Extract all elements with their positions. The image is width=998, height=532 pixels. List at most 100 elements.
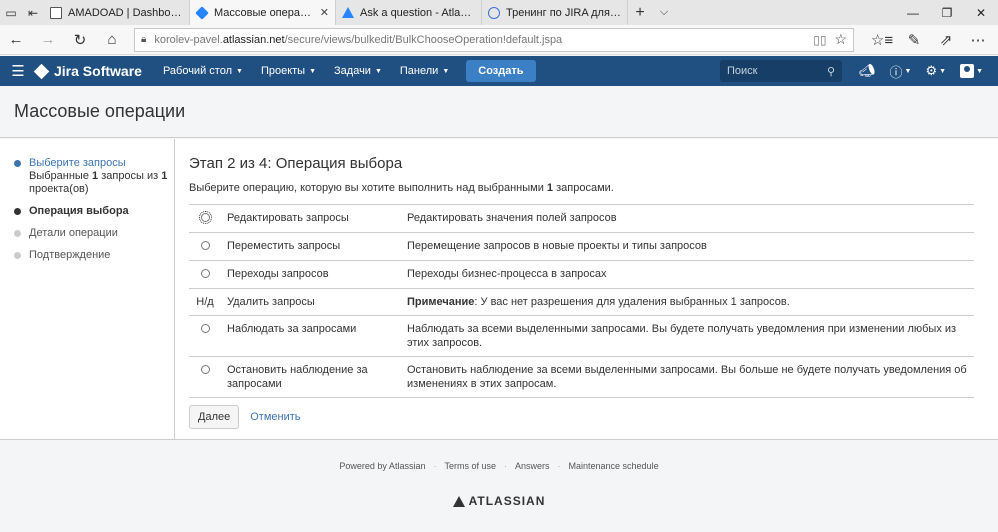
operations-table: Редактировать запросы Редактировать знач… — [189, 204, 974, 398]
browser-address-bar: ← → ↻ ⌂ 🔒︎ korolev-pavel.atlassian.net/s… — [0, 25, 998, 55]
table-row: Переходы запросов Переходы бизнес-процес… — [189, 260, 974, 289]
next-button[interactable]: Далее — [189, 405, 240, 429]
close-icon[interactable]: ✕ — [320, 6, 329, 19]
set-aside-tabs-icon[interactable]: ⇤ — [22, 0, 44, 25]
search-icon: ⚲ — [826, 65, 835, 78]
lock-icon: 🔒︎ — [141, 34, 147, 45]
nav-dashboard[interactable]: Рабочий стол ▼ — [154, 65, 252, 77]
table-row: Н/д Удалить запросы Примечание: У вас не… — [189, 288, 974, 316]
megaphone-icon[interactable]: 📣︎ — [854, 59, 881, 83]
operation-name: Редактировать запросы — [227, 212, 349, 224]
back-arrow-icon[interactable]: ← — [0, 25, 32, 55]
nav-boards[interactable]: Панели ▼ — [391, 65, 458, 77]
favorite-star-icon[interactable]: ☆ — [834, 31, 847, 48]
operation-name: Переместить запросы — [227, 240, 341, 252]
step-choose-operation: Операция выбора — [14, 205, 174, 218]
tab-title: Массовые операции - — [214, 6, 314, 19]
user-icon — [960, 64, 975, 78]
footer-link-maintenance[interactable]: Maintenance schedule — [569, 461, 659, 471]
atlassian-logo[interactable]: ATLASSIAN — [0, 494, 998, 508]
footer-link-answers[interactable]: Answers — [515, 461, 550, 471]
operation-name: Остановить наблюдение за запросами — [227, 364, 368, 390]
menu-icon[interactable]: ☰ — [0, 62, 36, 80]
steps-sidebar: Выберите запросы Выбранные 1 запросы из … — [0, 139, 175, 439]
edit-issues-radio[interactable] — [198, 211, 212, 224]
nav-issues[interactable]: Задачи ▼ — [325, 65, 391, 77]
step-dot-icon — [14, 230, 21, 237]
refresh-icon[interactable]: ↻ — [64, 25, 96, 55]
avatar[interactable]: ▼ — [955, 59, 988, 83]
search-placeholder: Поиск — [727, 65, 758, 77]
not-available-label: Н/д — [196, 296, 214, 308]
operation-description: Остановить наблюдение за всеми выделенны… — [407, 364, 967, 390]
logo-text: Jira Software — [54, 63, 142, 79]
chevron-down-icon[interactable]: ⌵ — [652, 0, 676, 25]
step-dot-icon — [14, 252, 21, 259]
reading-view-icon[interactable]: ▯▯ — [813, 33, 826, 47]
jira-logo[interactable]: Jira Software — [33, 63, 142, 79]
footer-link-terms[interactable]: Terms of use — [444, 461, 496, 471]
footer-links: Powered by Atlassian · Terms of use · An… — [339, 461, 659, 471]
caret-down-icon: ▼ — [236, 67, 243, 75]
step-operation-details: Детали операции — [14, 227, 174, 240]
step-choose-issues-link[interactable]: Выберите запросы — [29, 157, 174, 170]
move-issues-radio[interactable] — [200, 241, 210, 250]
step-confirmation: Подтверждение — [14, 249, 174, 262]
step-heading: Этап 2 из 4: Операция выбора — [189, 155, 403, 172]
more-icon[interactable]: ⋯ — [962, 25, 994, 55]
page-footer: Powered by Atlassian · Terms of use · An… — [0, 441, 998, 532]
top-navigation: Рабочий стол ▼ Проекты ▼ Задачи ▼ Панели ▼ — [154, 65, 458, 77]
new-tab-plus-icon[interactable]: + — [628, 0, 652, 25]
create-button[interactable]: Создать — [466, 60, 536, 82]
operation-name: Переходы запросов — [227, 268, 329, 280]
step-dot-icon — [14, 160, 21, 167]
tab-title: Ask a question - Atlassian C — [360, 6, 475, 19]
globe-icon — [488, 6, 500, 19]
search-input[interactable]: Поиск ⚲ — [720, 60, 842, 82]
tab-title: AMADOAD | Dashboard — [68, 6, 183, 19]
gear-icon[interactable]: ⚙ ▼ — [920, 59, 951, 83]
browser-tab-training[interactable]: Тренинг по JIRA для разра — [482, 0, 628, 25]
board-icon — [50, 6, 62, 19]
caret-down-icon: ▼ — [442, 67, 450, 75]
minimize-icon[interactable]: — — [896, 0, 930, 25]
watch-issues-radio[interactable] — [200, 324, 210, 333]
browser-tab-dashboard[interactable]: AMADOAD | Dashboard — [44, 0, 190, 25]
nav-projects[interactable]: Проекты ▼ — [252, 65, 325, 77]
forward-arrow-icon[interactable]: → — [32, 25, 64, 55]
step-choose-issues: Выберите запросы Выбранные 1 запросы из … — [14, 157, 174, 196]
url-input[interactable]: 🔒︎ korolev-pavel.atlassian.net/secure/vi… — [134, 27, 854, 52]
footer-link-powered-by[interactable]: Powered by Atlassian — [339, 461, 425, 471]
tab-preview-icon[interactable]: ▭ — [0, 0, 22, 25]
step-dot-icon — [14, 208, 21, 215]
jira-logo-icon — [33, 63, 50, 79]
browser-tab-strip: ▭ ⇤ AMADOAD | Dashboard Массовые операци… — [0, 0, 998, 25]
pen-icon[interactable]: ✎ — [898, 25, 930, 55]
operation-description: Наблюдать за всеми выделенными запросами… — [407, 323, 957, 349]
main-content: Выберите запросы Выбранные 1 запросы из … — [0, 139, 998, 440]
url-text: korolev-pavel.atlassian.net/secure/views… — [154, 33, 563, 46]
operation-note: Примечание: У вас нет разрешения для уда… — [407, 296, 790, 308]
operation-description: Редактировать значения полей запросов — [407, 212, 617, 224]
browser-tab-ask-question[interactable]: Ask a question - Atlassian C — [336, 0, 482, 25]
cancel-link[interactable]: Отменить — [250, 411, 300, 423]
jira-header: ☰ Jira Software Рабочий стол ▼ Проекты ▼ З… — [0, 56, 998, 86]
operation-description: Перемещение запросов в новые проекты и т… — [407, 240, 707, 252]
home-icon[interactable]: ⌂ — [96, 25, 128, 55]
favorites-hub-icon[interactable]: ☆≡ — [866, 25, 898, 55]
table-row: Редактировать запросы Редактировать знач… — [189, 204, 974, 233]
atlassian-icon — [342, 7, 354, 18]
step-description: Выберите операцию, которую вы хотите вып… — [189, 182, 614, 194]
table-row: Наблюдать за запросами Наблюдать за всем… — [189, 315, 974, 357]
help-icon[interactable]: ⓘ ▼ — [885, 59, 917, 83]
operation-description: Переходы бизнес-процесса в запросах — [407, 268, 607, 280]
stop-watching-issues-radio[interactable] — [200, 365, 210, 374]
share-icon[interactable]: ⇗ — [930, 25, 962, 55]
atlassian-logo-icon — [452, 495, 465, 507]
jira-icon — [195, 5, 209, 20]
browser-tab-bulk-operations[interactable]: Массовые операции - ✕ — [190, 0, 336, 25]
transition-issues-radio[interactable] — [200, 269, 210, 278]
caret-down-icon: ▼ — [374, 67, 382, 75]
close-window-icon[interactable]: ✕ — [964, 0, 998, 25]
restore-icon[interactable]: ❐ — [930, 0, 964, 25]
